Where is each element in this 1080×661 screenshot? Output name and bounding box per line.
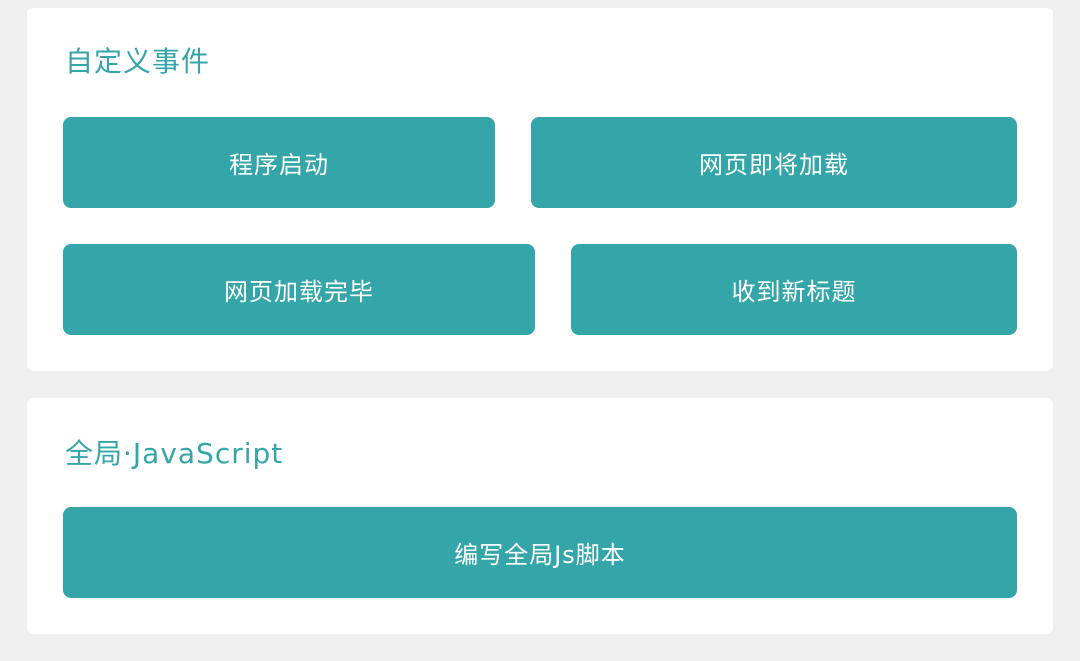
global-js-card: 全局·JavaScript 编写全局Js脚本 [27,398,1053,634]
custom-events-card: 自定义事件 程序启动 网页即将加载 网页加载完毕 收到新标题 [27,8,1053,371]
write-global-js-button[interactable]: 编写全局Js脚本 [63,507,1017,598]
global-js-title: 全局·JavaScript [65,437,284,470]
page-loaded-button[interactable]: 网页加载完毕 [63,244,535,335]
app-start-button[interactable]: 程序启动 [63,117,495,208]
custom-events-title: 自定义事件 [65,45,211,78]
page-will-load-button[interactable]: 网页即将加载 [531,117,1017,208]
new-title-button[interactable]: 收到新标题 [571,244,1017,335]
